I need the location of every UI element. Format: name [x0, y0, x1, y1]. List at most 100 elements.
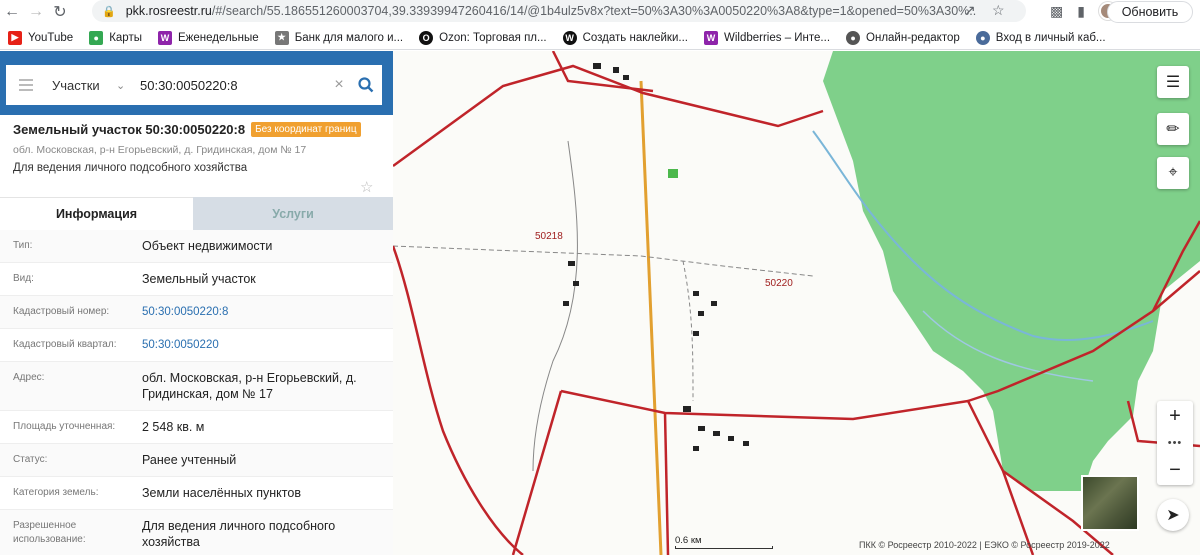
more-icon[interactable]: ••• — [1168, 437, 1183, 449]
search-box: Участки ⌄ 50:30:0050220:8 × — [6, 65, 382, 105]
cadastral-quarter-link[interactable]: 50:30:0050220 — [142, 337, 382, 353]
forward-icon[interactable]: → — [24, 0, 48, 24]
search-icon[interactable] — [350, 65, 382, 105]
zoom-controls: + ••• − — [1157, 401, 1193, 485]
scale-label: 0.6 км — [675, 535, 702, 546]
compass-icon[interactable]: ➤ — [1157, 499, 1189, 531]
w-icon: W — [562, 30, 577, 45]
share-icon[interactable]: ↗ — [964, 2, 976, 19]
globe-icon: ● — [846, 30, 861, 45]
info-table: Тип: Объект недвижимости Вид: Земельный уч… — [0, 230, 393, 555]
ruler-icon[interactable]: ✏ — [1157, 113, 1189, 145]
panel-tabs: Информация Услуги — [0, 197, 393, 230]
bookmark-youtube[interactable]: ▶ YouTube — [0, 26, 81, 50]
bank-icon: ★ — [274, 30, 289, 45]
bookmark-label: Карты — [109, 31, 142, 44]
bookmark-weekly[interactable]: W Еженедельные — [150, 26, 267, 50]
parcel-address: обл. Московская, р-н Егорьевский, д. Гри… — [13, 144, 307, 156]
lock-icon: 🔒 — [102, 5, 116, 18]
quarter-label-50220: 50220 — [765, 278, 793, 289]
bookmark-maps[interactable]: ● Карты — [81, 26, 150, 50]
row-key: Вид: — [13, 273, 34, 284]
chevron-down-icon[interactable]: ⌄ — [116, 79, 136, 92]
satellite-minimap[interactable] — [1081, 475, 1139, 531]
zoom-in-button[interactable]: + — [1157, 403, 1193, 429]
small-field — [668, 169, 678, 178]
copyright-text: ПКК © Росреестр 2010-2022 | ЕЭКО © Росре… — [859, 540, 1110, 550]
zoom-out-button[interactable]: − — [1157, 457, 1193, 483]
row-value: 2 548 кв. м — [142, 420, 205, 434]
table-row: Категория земель: Земли населённых пункто… — [0, 477, 393, 510]
scale-bar — [675, 546, 773, 549]
info-panel: Участки ⌄ 50:30:0050220:8 × Земельный уч… — [0, 51, 393, 555]
url-host: pkk.rosreestr.ru — [125, 4, 212, 18]
fns-icon: ● — [975, 30, 990, 45]
back-icon[interactable]: ← — [0, 0, 24, 24]
parcel-use: Для ведения личного подсобного хозяйства — [13, 162, 248, 174]
table-row: Статус: Ранее учтенный — [0, 444, 393, 477]
address-bar[interactable]: 🔒 pkk.rosreestr.ru/#/search/55.186551260… — [92, 0, 1026, 22]
search-bar: Участки ⌄ 50:30:0050220:8 × — [0, 51, 393, 115]
bookmark-star-icon[interactable]: ☆ — [992, 2, 1005, 19]
maps-icon: ● — [89, 30, 104, 45]
bookmark-ozon[interactable]: O Ozon: Торговая пл... — [411, 26, 554, 50]
search-type-select[interactable]: Участки — [46, 78, 116, 93]
bookmark-wildberries[interactable]: W Wildberries – Инте... — [696, 26, 838, 50]
bookmark-stickers[interactable]: W Создать наклейки... — [555, 26, 696, 50]
extensions-puzzle-icon[interactable]: ▩ — [1050, 3, 1063, 20]
row-key: Адрес: — [13, 372, 45, 383]
parcel-header: Земельный участок 50:30:0050220:8 Без ко… — [13, 122, 383, 174]
favorite-star-icon[interactable]: ☆ — [360, 178, 373, 196]
reload-icon[interactable]: ↻ — [48, 0, 72, 24]
table-row: Кадастровый квартал: 50:30:0050220 — [0, 329, 393, 362]
url-text[interactable]: pkk.rosreestr.ru/#/search/55.18655126000… — [126, 4, 976, 18]
bookmarks-bar: ▶ YouTube ● Карты W Еженедельные ★ Банк для … — [0, 26, 1200, 50]
bookmark-editor[interactable]: ● Онлайн-редактор — [838, 26, 968, 50]
row-key: Статус: — [13, 454, 48, 465]
track-road-2 — [393, 245, 814, 277]
row-key: Категория земель: — [13, 487, 99, 498]
reading-list-icon[interactable]: ▮ — [1077, 3, 1085, 20]
row-value: Земельный участок — [142, 272, 256, 286]
bookmark-label: Вход в личный каб... — [995, 31, 1106, 44]
table-row: Тип: Объект недвижимости — [0, 230, 393, 263]
row-value: Ранее учтенный — [142, 453, 237, 467]
wildberries-icon: W — [157, 30, 172, 45]
map-view[interactable]: 50218 50220 ☰ ✏ ⌖ + ••• − ➤ 0.6 км ПКК ©… — [393, 51, 1200, 555]
map-canvas — [393, 51, 1200, 555]
bookmark-label: Wildberries – Инте... — [723, 31, 831, 44]
main-road — [639, 80, 663, 555]
buildings — [563, 63, 749, 451]
bookmark-label: Создать наклейки... — [582, 31, 688, 44]
layers-icon[interactable]: ☰ — [1157, 66, 1189, 98]
menu-icon[interactable] — [6, 65, 46, 105]
table-row: Кадастровый номер: 50:30:0050220:8 — [0, 296, 393, 329]
cadastral-number-link[interactable]: 50:30:0050220:8 — [142, 304, 382, 320]
bookmark-label: Онлайн-редактор — [866, 31, 960, 44]
bookmark-label: Еженедельные — [177, 31, 259, 44]
row-key: Кадастровый номер: — [13, 306, 110, 317]
bookmark-label: YouTube — [28, 31, 74, 44]
search-input[interactable]: 50:30:0050220:8 — [136, 78, 328, 93]
bookmark-bank[interactable]: ★ Банк для малого и... — [267, 26, 411, 50]
dirt-road — [532, 140, 578, 472]
url-path: /#/search/55.186551260003704,39.33939947… — [211, 4, 976, 18]
tab-info[interactable]: Информация — [0, 197, 193, 230]
clear-icon[interactable]: × — [328, 76, 350, 94]
bookmark-label: Банк для малого и... — [294, 31, 404, 44]
tab-services[interactable]: Услуги — [193, 197, 393, 230]
row-value: обл. Московская, р-н Егорьевский, д. Гри… — [142, 371, 357, 401]
update-button[interactable]: Обновить — [1107, 1, 1193, 23]
row-value: Земли населённых пунктов — [142, 486, 301, 500]
youtube-icon: ▶ — [8, 30, 22, 45]
status-badge: Без координат границ — [251, 122, 361, 137]
bookmark-fns[interactable]: ● Вход в личный каб... — [968, 26, 1114, 50]
wildberries-icon: W — [703, 30, 718, 45]
table-row: Адрес: обл. Московская, р-н Егорьевский, … — [0, 362, 393, 411]
locate-icon[interactable]: ⌖ — [1157, 157, 1189, 189]
row-key: Площадь уточненная: — [13, 421, 116, 432]
row-value: Для ведения личного подсобного хозяйства — [142, 519, 336, 549]
table-row: Площадь уточненная: 2 548 кв. м — [0, 411, 393, 444]
forest-area — [823, 51, 1200, 491]
table-row: Разрешенное использование: Для ведения ли… — [0, 510, 393, 555]
